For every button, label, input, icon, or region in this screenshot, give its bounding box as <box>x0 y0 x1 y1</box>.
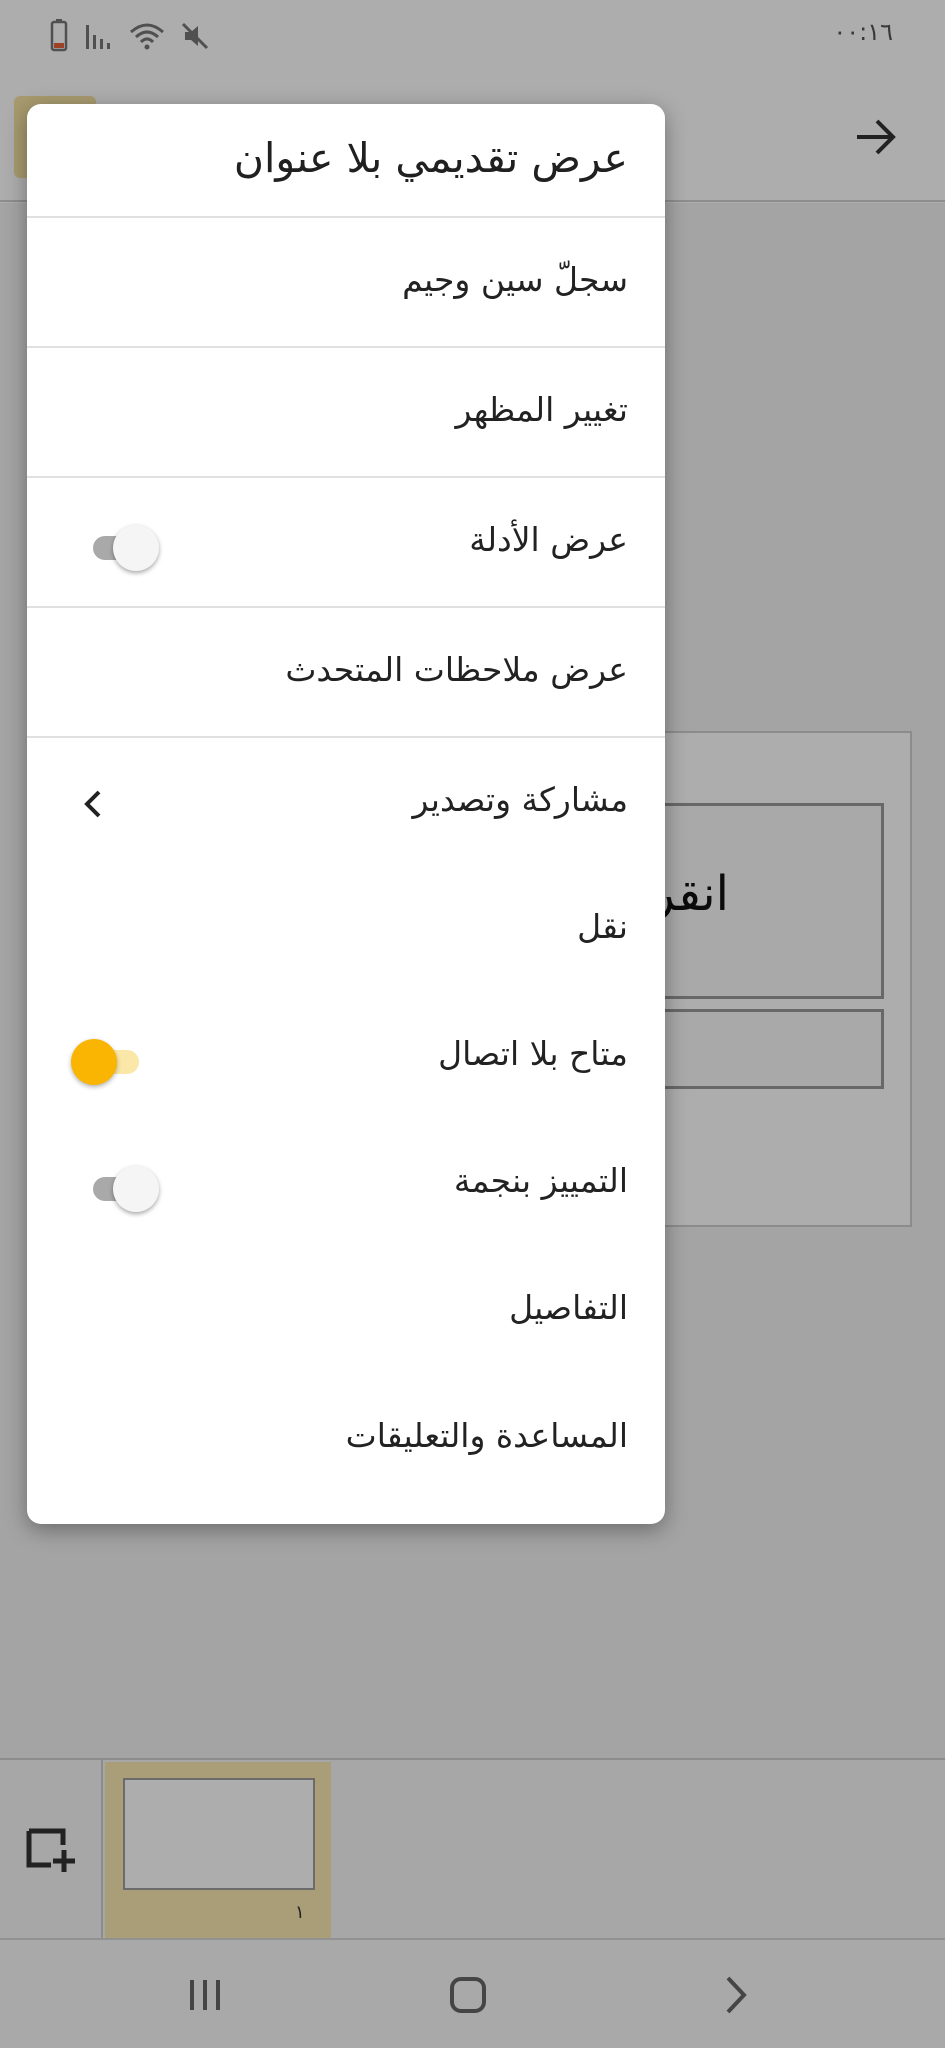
menu-item-label: مشاركة وتصدير <box>412 780 628 819</box>
menu-item-label: التفاصيل <box>509 1288 628 1327</box>
menu-item-speaker-notes[interactable]: عرض ملاحظات المتحدث <box>27 608 665 738</box>
menu-item-label: المساعدة والتعليقات <box>345 1416 628 1455</box>
menu-item-label: متاح بلا اتصال <box>438 1034 628 1073</box>
menu-item-label: عرض ملاحظات المتحدث <box>285 650 628 689</box>
menu-title: عرض تقديمي بلا عنوان <box>233 134 628 182</box>
chevron-left-icon <box>84 790 101 818</box>
menu-item-label: عرض الأدلة <box>469 520 628 559</box>
menu-item-label: نقل <box>577 907 628 946</box>
menu-item-label: سجلّ سين وجيم <box>402 260 628 299</box>
overflow-menu: عرض تقديمي بلا عنوان سجلّ سين وجيم تغيير… <box>27 104 665 1524</box>
menu-item-label: تغيير المظهر <box>455 390 628 429</box>
available-offline-toggle[interactable] <box>71 1039 145 1085</box>
menu-item-star[interactable]: التمييز بنجمة <box>27 1119 665 1249</box>
toggle-thumb <box>71 1039 117 1085</box>
menu-item-label: التمييز بنجمة <box>453 1161 628 1200</box>
menu-item-qa-history[interactable]: سجلّ سين وجيم <box>27 218 665 348</box>
menu-item-share-export[interactable]: مشاركة وتصدير <box>27 738 665 868</box>
toggle-thumb <box>113 1166 159 1212</box>
menu-item-change-theme[interactable]: تغيير المظهر <box>27 348 665 478</box>
menu-item-help-feedback[interactable]: المساعدة والتعليقات <box>27 1374 665 1504</box>
show-guides-toggle[interactable] <box>89 525 163 571</box>
menu-item-available-offline[interactable]: متاح بلا اتصال <box>27 992 665 1122</box>
menu-item-details[interactable]: التفاصيل <box>27 1246 665 1376</box>
toggle-thumb <box>113 525 159 571</box>
menu-item-show-guides[interactable]: عرض الأدلة <box>27 478 665 608</box>
menu-item-move[interactable]: نقل <box>27 865 665 995</box>
menu-header: عرض تقديمي بلا عنوان <box>27 104 665 218</box>
star-toggle[interactable] <box>89 1166 163 1212</box>
